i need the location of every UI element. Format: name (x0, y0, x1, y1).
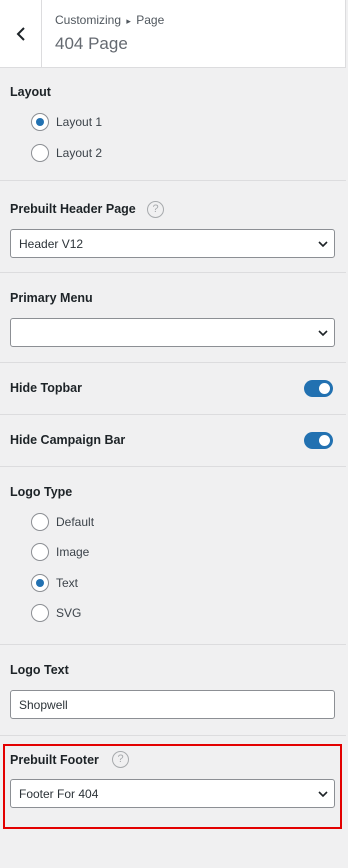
radio-label: Default (56, 515, 95, 529)
logo-text-input[interactable]: Shopwell (10, 690, 335, 719)
primary-menu-label: Primary Menu (10, 291, 93, 305)
radio-label: Layout 1 (56, 115, 103, 129)
breadcrumb: Customizing ▸ Page (55, 13, 164, 27)
layout-label: Layout (10, 85, 51, 99)
hide-campaign-label: Hide Campaign Bar (10, 433, 126, 447)
breadcrumb-page: Page (136, 13, 165, 27)
hide-topbar-section: Hide Topbar (0, 364, 346, 415)
page-title: 404 Page (55, 34, 128, 53)
chevron-left-icon (16, 27, 25, 41)
radio-button[interactable] (31, 113, 49, 131)
logo-text-section: Logo Text Shopwell (0, 646, 346, 736)
hide-topbar-toggle[interactable] (304, 380, 333, 397)
logo-type-option-text[interactable]: Text (31, 574, 78, 592)
logo-type-option-image[interactable]: Image (31, 543, 89, 561)
hide-campaign-toggle[interactable] (304, 432, 333, 449)
radio-label: Layout 2 (56, 146, 103, 160)
prebuilt-header-select[interactable]: Header V12 (10, 229, 335, 258)
radio-button[interactable] (31, 543, 49, 561)
radio-label: Image (56, 545, 90, 559)
logo-text-label: Logo Text (10, 663, 69, 677)
hide-topbar-label: Hide Topbar (10, 381, 82, 395)
breadcrumb-prefix: Customizing (55, 13, 122, 27)
radio-label: Text (56, 576, 79, 590)
highlight-box (3, 744, 342, 829)
logo-type-option-default[interactable]: Default (31, 513, 94, 531)
customizer-header: Customizing ▸ Page 404 Page (0, 0, 346, 68)
primary-menu-select[interactable] (10, 318, 335, 347)
layout-section: Layout Layout 1 Layout 2 (0, 69, 346, 181)
prebuilt-header-section: Prebuilt Header Page ? Header V12 (0, 182, 346, 273)
logo-type-label: Logo Type (10, 485, 73, 499)
hide-campaign-section: Hide Campaign Bar (0, 416, 346, 467)
select-value: Header V12 (19, 237, 84, 251)
breadcrumb-separator: ▸ (126, 16, 131, 26)
radio-button[interactable] (31, 144, 49, 162)
logo-type-option-svg[interactable]: SVG (31, 604, 81, 622)
help-icon[interactable]: ? (147, 201, 164, 218)
prebuilt-header-label: Prebuilt Header Page (10, 202, 136, 216)
primary-menu-section: Primary Menu (0, 274, 346, 363)
radio-label: SVG (56, 606, 82, 620)
layout-option-2[interactable]: Layout 2 (31, 144, 102, 162)
logo-type-section: Logo Type Default Image Text SVG (0, 468, 346, 645)
chevron-down-icon (318, 330, 328, 337)
radio-button[interactable] (31, 604, 49, 622)
layout-option-1[interactable]: Layout 1 (31, 113, 102, 131)
chevron-down-icon (318, 241, 328, 248)
back-button[interactable] (0, 0, 42, 68)
radio-button[interactable] (31, 574, 49, 592)
radio-button[interactable] (31, 513, 49, 531)
